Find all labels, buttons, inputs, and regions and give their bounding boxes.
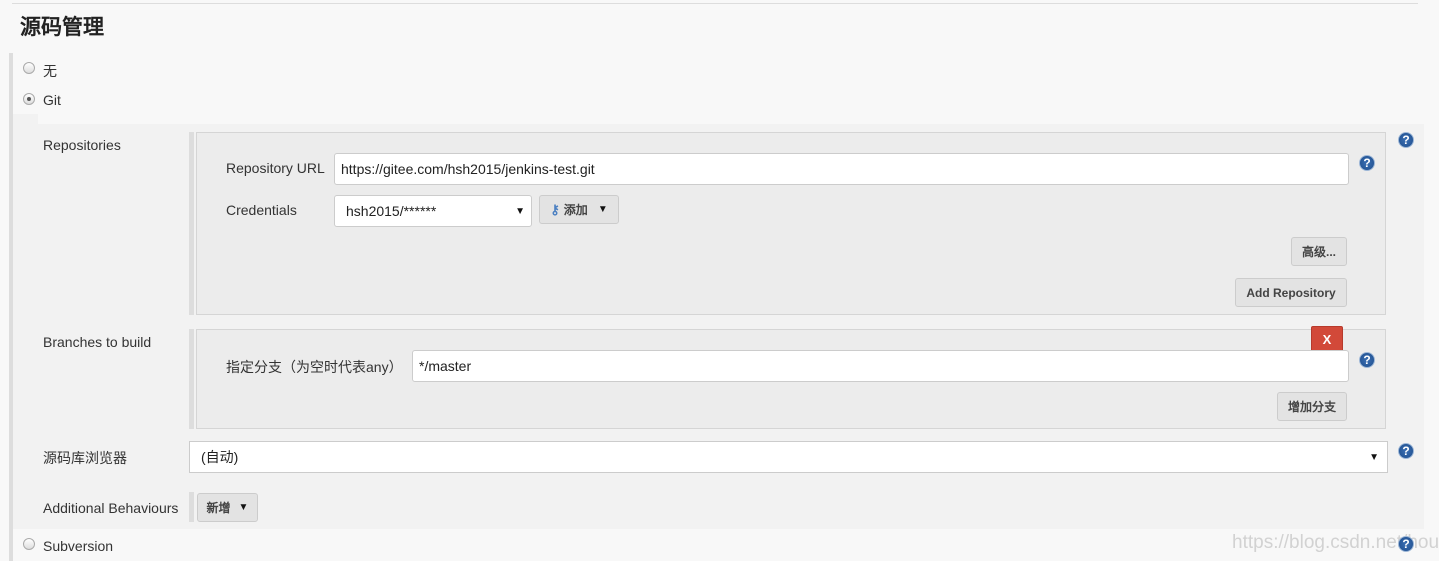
credentials-select[interactable]: hsh2015/****** ▼ bbox=[334, 195, 532, 227]
behaviours-bar bbox=[189, 492, 194, 522]
branch-specifier-label: 指定分支（为空时代表any） bbox=[226, 359, 403, 375]
browser-value: (自动) bbox=[201, 449, 239, 465]
browser-select[interactable]: (自动) ▼ bbox=[189, 441, 1388, 473]
credentials-label: Credentials bbox=[226, 202, 297, 218]
add-label: 添加 bbox=[563, 203, 588, 217]
add-behaviour-label: 新增 bbox=[206, 501, 231, 515]
repo-bar bbox=[189, 132, 194, 315]
branches-label: Branches to build bbox=[43, 334, 152, 350]
section-title: 源码管理 bbox=[20, 16, 104, 39]
chevron-down-icon: ▼ bbox=[597, 204, 608, 215]
add-credentials-button[interactable]: ⚷ 添加 ▼ bbox=[539, 195, 619, 224]
add-behaviour-button[interactable]: 新增 ▼ bbox=[197, 493, 258, 522]
radio-none-label: 无 bbox=[43, 63, 57, 79]
delete-branch-button[interactable]: X bbox=[1311, 326, 1343, 352]
advanced-button[interactable]: 高级... bbox=[1291, 237, 1347, 266]
help-icon[interactable]: ? bbox=[1398, 536, 1414, 552]
browser-label: 源码库浏览器 bbox=[43, 450, 127, 466]
help-icon[interactable]: ? bbox=[1398, 443, 1414, 459]
help-icon[interactable]: ? bbox=[1398, 132, 1414, 148]
radio-subversion[interactable] bbox=[23, 538, 35, 550]
radio-subversion-label: Subversion bbox=[43, 538, 114, 554]
add-repository-button[interactable]: Add Repository bbox=[1235, 278, 1347, 307]
add-branch-button[interactable]: 增加分支 bbox=[1277, 392, 1347, 421]
git-bar bbox=[9, 114, 13, 529]
repositories-label: Repositories bbox=[43, 137, 121, 153]
repo-url-input[interactable]: https://gitee.com/hsh2015/jenkins-test.g… bbox=[334, 153, 1349, 185]
divider bbox=[12, 3, 1418, 4]
help-icon[interactable]: ? bbox=[1359, 352, 1375, 368]
chevron-down-icon: ▼ bbox=[515, 205, 525, 217]
radio-git-label: Git bbox=[43, 92, 61, 108]
repo-url-label: Repository URL bbox=[226, 160, 325, 176]
radio-none[interactable] bbox=[23, 62, 35, 74]
key-icon: ⚷ bbox=[550, 201, 560, 217]
help-icon[interactable]: ? bbox=[1359, 155, 1375, 171]
chevron-down-icon: ▼ bbox=[238, 502, 249, 513]
branch-specifier-input[interactable]: */master bbox=[412, 350, 1349, 382]
behaviours-label: Additional Behaviours bbox=[43, 500, 179, 516]
branch-bar bbox=[189, 329, 194, 429]
credentials-value: hsh2015/****** bbox=[346, 203, 437, 219]
chevron-down-icon: ▼ bbox=[1369, 451, 1379, 463]
radio-git[interactable] bbox=[23, 93, 35, 105]
